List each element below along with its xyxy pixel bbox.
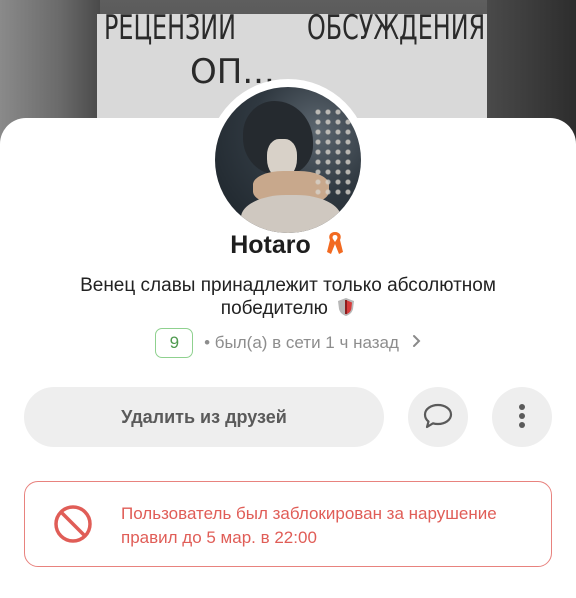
- last-seen-status: • был(а) в сети 1 ч назад: [204, 333, 399, 352]
- chevron-right-icon: [412, 333, 421, 352]
- status-row[interactable]: 9 • был(а) в сети 1 ч назад: [0, 328, 576, 360]
- blocked-circle-icon: [53, 504, 93, 549]
- cover-word-left: РЕЦЕНЗИИ: [104, 8, 237, 48]
- avatar-flowers: [313, 107, 353, 197]
- profile-name: Hotaro: [230, 231, 311, 259]
- remove-friend-button[interactable]: Удалить из друзей: [24, 387, 384, 447]
- chat-bubble-icon: [422, 402, 454, 433]
- blocked-notice-text: Пользователь был заблокирован за нарушен…: [121, 504, 497, 547]
- orange-ribbon-icon: [324, 230, 346, 263]
- message-button[interactable]: [408, 387, 468, 447]
- blocked-notice: Пользователь был заблокирован за нарушен…: [24, 481, 552, 567]
- profile-name-row: Hotaro: [0, 230, 576, 263]
- cover-word-right: ОБСУЖДЕНИЯ: [307, 8, 486, 48]
- more-options-button[interactable]: [492, 387, 552, 447]
- profile-bio: Венец славы принадлежит только абсолютно…: [60, 274, 516, 323]
- shield-icon: [337, 297, 355, 323]
- vertical-dots-icon: [518, 403, 526, 432]
- level-badge: 9: [155, 328, 194, 358]
- avatar[interactable]: [215, 87, 361, 233]
- bio-text: Венец славы принадлежит только абсолютно…: [80, 275, 496, 319]
- avatar-body: [241, 195, 341, 233]
